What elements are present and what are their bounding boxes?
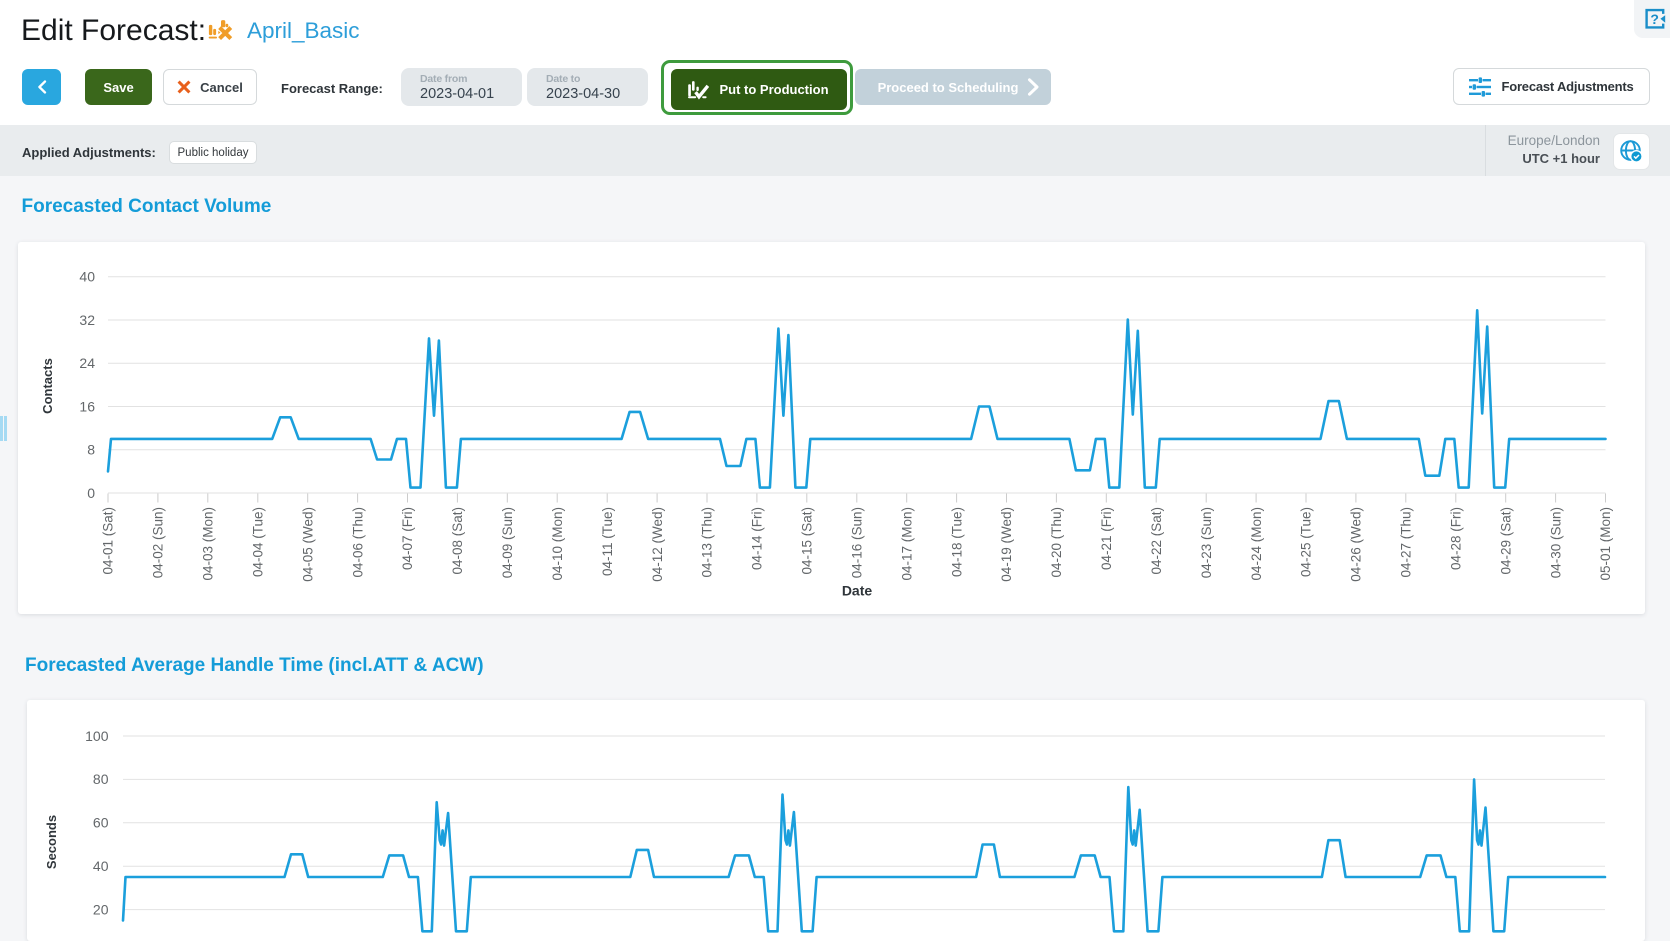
svg-text:04-24 (Mon): 04-24 (Mon)	[1248, 507, 1263, 581]
svg-text:04-03 (Mon): 04-03 (Mon)	[200, 507, 215, 581]
svg-text:04-02 (Sun): 04-02 (Sun)	[150, 507, 165, 578]
svg-text:04-04 (Tue): 04-04 (Tue)	[250, 507, 265, 577]
svg-text:04-16 (Sun): 04-16 (Sun)	[849, 507, 864, 578]
svg-text:04-28 (Fri): 04-28 (Fri)	[1448, 507, 1463, 570]
svg-text:60: 60	[93, 815, 109, 831]
svg-text:24: 24	[79, 355, 95, 371]
svg-text:Contacts: Contacts	[40, 358, 55, 414]
svg-text:04-12 (Wed): 04-12 (Wed)	[649, 507, 664, 582]
svg-text:04-10 (Mon): 04-10 (Mon)	[550, 507, 565, 581]
svg-text:04-13 (Thu): 04-13 (Thu)	[699, 507, 714, 578]
svg-text:04-09 (Sun): 04-09 (Sun)	[500, 507, 515, 578]
svg-text:04-01 (Sat): 04-01 (Sat)	[100, 507, 115, 575]
svg-text:40: 40	[79, 269, 95, 285]
svg-text:20: 20	[93, 901, 109, 917]
svg-text:05-01 (Mon): 05-01 (Mon)	[1598, 507, 1613, 581]
svg-text:Date: Date	[841, 583, 872, 599]
svg-text:32: 32	[79, 312, 95, 328]
svg-text:04-05 (Wed): 04-05 (Wed)	[300, 507, 315, 582]
svg-text:04-07 (Fri): 04-07 (Fri)	[400, 507, 415, 570]
svg-text:40: 40	[93, 858, 109, 874]
svg-text:04-30 (Sun): 04-30 (Sun)	[1548, 507, 1563, 578]
svg-text:80: 80	[93, 771, 109, 787]
svg-text:04-26 (Wed): 04-26 (Wed)	[1348, 507, 1363, 582]
svg-text:04-14 (Fri): 04-14 (Fri)	[749, 507, 764, 570]
svg-text:04-22 (Sat): 04-22 (Sat)	[1149, 507, 1164, 575]
svg-text:?: ?	[1650, 11, 1659, 27]
svg-text:04-19 (Wed): 04-19 (Wed)	[999, 507, 1014, 582]
svg-text:100: 100	[85, 728, 109, 744]
svg-text:04-25 (Tue): 04-25 (Tue)	[1298, 507, 1313, 577]
svg-text:04-18 (Tue): 04-18 (Tue)	[949, 507, 964, 577]
svg-text:04-20 (Thu): 04-20 (Thu)	[1049, 507, 1064, 578]
svg-text:16: 16	[79, 398, 95, 414]
svg-text:04-15 (Sat): 04-15 (Sat)	[799, 507, 814, 575]
svg-text:8: 8	[87, 442, 95, 458]
svg-text:04-27 (Thu): 04-27 (Thu)	[1398, 507, 1413, 578]
svg-text:04-21 (Fri): 04-21 (Fri)	[1099, 507, 1114, 570]
svg-text:Seconds: Seconds	[44, 815, 59, 869]
svg-text:04-17 (Mon): 04-17 (Mon)	[899, 507, 914, 581]
svg-text:0: 0	[87, 485, 95, 501]
svg-text:04-23 (Sun): 04-23 (Sun)	[1198, 507, 1213, 578]
svg-text:04-29 (Sat): 04-29 (Sat)	[1498, 507, 1513, 575]
svg-text:04-06 (Thu): 04-06 (Thu)	[350, 507, 365, 578]
svg-text:04-11 (Tue): 04-11 (Tue)	[599, 507, 614, 576]
svg-text:04-08 (Sat): 04-08 (Sat)	[450, 507, 465, 575]
